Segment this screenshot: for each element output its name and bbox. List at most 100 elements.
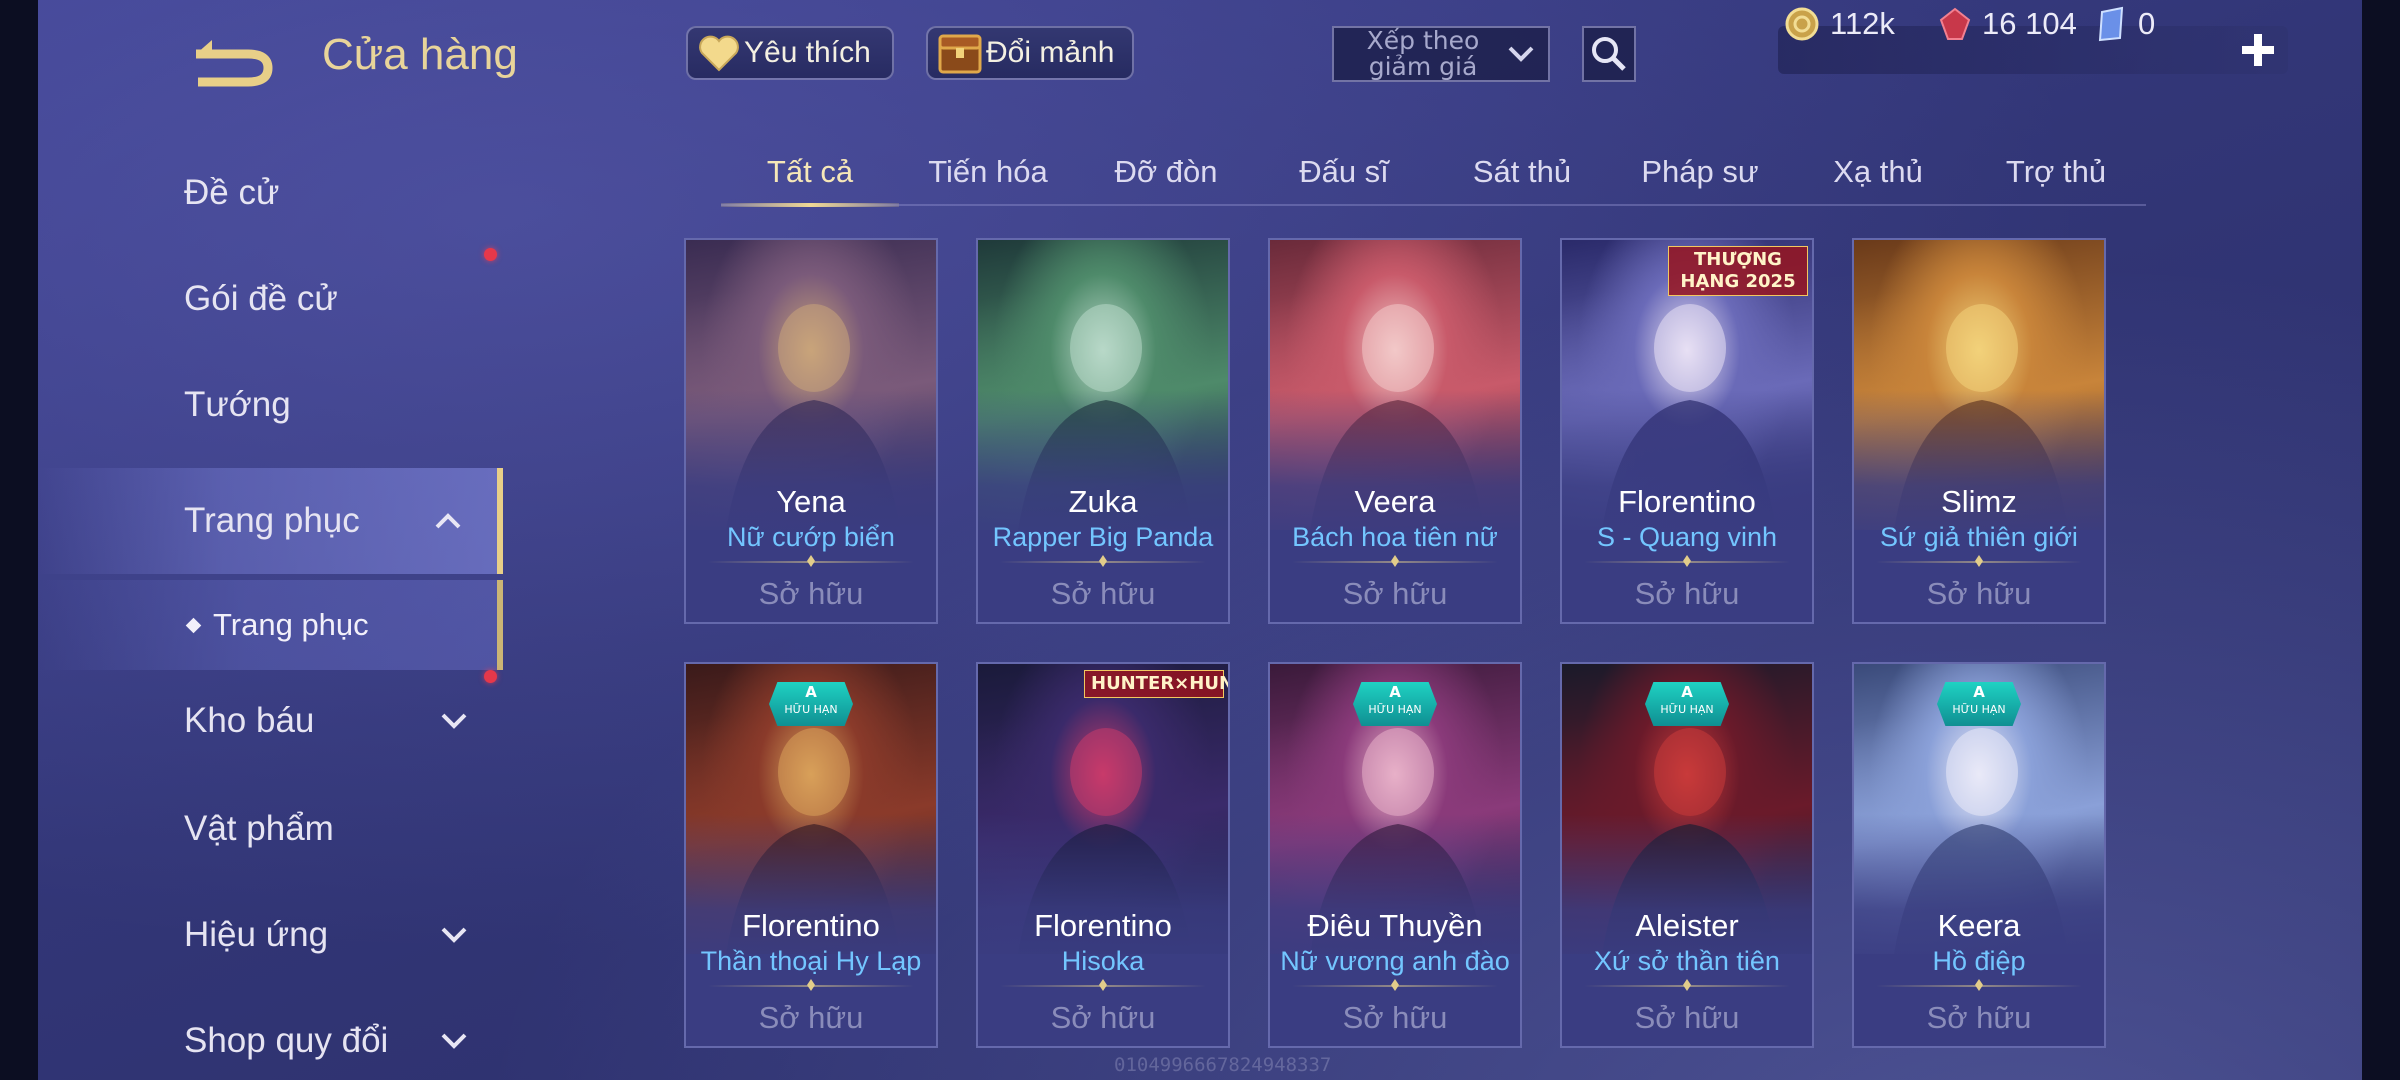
sidebar-item-hieu-ung[interactable]: Hiệu ứng [38, 882, 503, 988]
gem-amount: 16 104 [1982, 6, 2077, 41]
chevron-down-icon [441, 927, 467, 943]
favorites-button[interactable]: Yêu thích [686, 26, 894, 80]
chevron-up-icon [435, 513, 461, 529]
limited-grade-badge: A HỮU HẠN [1645, 682, 1729, 726]
hero-name: Slimz [1941, 484, 2017, 519]
sidebar-item-de-cu[interactable]: Đề cử [38, 140, 503, 246]
tab-xa-thu[interactable]: Xạ thủ [1789, 140, 1967, 204]
skin-card[interactable]: A HỮU HẠN Keera Hồ điệp Sở hữu [1852, 662, 2106, 1048]
tab-dau-si[interactable]: Đấu sĩ [1255, 140, 1433, 204]
badge-limited: HỮU HẠN [1660, 703, 1714, 716]
tab-do-don[interactable]: Đỡ đòn [1077, 140, 1255, 204]
gold-coin-icon [1785, 7, 1819, 41]
skin-card[interactable]: Slimz Sứ giả thiên giới Sở hữu [1852, 238, 2106, 624]
exchange-label: Đổi mảnh [986, 36, 1115, 69]
sidebar-item-shop-quy-doi[interactable]: Shop quy đổi [38, 988, 503, 1080]
skin-name: Bách hoa tiên nữ [1292, 522, 1498, 552]
gem-currency: 16 104 [1938, 0, 2077, 48]
back-arrow-icon [196, 40, 273, 87]
skin-name: Sứ giả thiên giới [1880, 522, 2078, 552]
ownership-status: Sở hữu [1050, 1000, 1156, 1035]
add-currency-button[interactable] [2234, 26, 2282, 74]
tab-tro-thu[interactable]: Trợ thủ [1967, 140, 2145, 204]
tab-label: Xạ thủ [1833, 154, 1923, 189]
hero-name: Yena [776, 484, 846, 519]
tab-label: Pháp sư [1641, 154, 1759, 189]
hero-name: Veera [1354, 484, 1436, 519]
tab-label: Đấu sĩ [1299, 154, 1389, 189]
gold-currency: 112k [1784, 0, 1895, 48]
sidebar-item-kho-bau[interactable]: Kho báu [38, 668, 503, 774]
page-title: Cửa hàng [322, 30, 518, 79]
red-gem-icon [1939, 7, 1971, 40]
badge-limited: HỮU HẠN [784, 703, 838, 716]
ownership-status: Sở hữu [1926, 576, 2032, 611]
tab-label: Sát thủ [1472, 154, 1572, 189]
sidebar-item-label: Trang phục [213, 607, 369, 642]
hero-name: Florentino [742, 908, 880, 943]
skin-card[interactable]: HUNTER×HUNTER FlorentinoHisoka Sở hữu [976, 662, 1230, 1048]
skin-name: Nữ vương anh đào [1280, 946, 1510, 976]
skin-card[interactable]: A HỮU HẠN Điêu Thuyền Nữ vương anh đào Sở hữ… [1268, 662, 1522, 1048]
skin-card[interactable]: Zuka Rapper Big Panda Sở hữu [976, 238, 1230, 624]
ownership-status: Sở hữu [1926, 1000, 2032, 1035]
sidebar-item-label: Tướng [184, 385, 291, 424]
ownership-status: Sở hữu [1342, 576, 1448, 611]
exchange-fragments-button[interactable]: Đổi mảnh [926, 26, 1134, 80]
skin-card[interactable]: THƯỢNG HẠNG 2025 Florentino S - Quang vinh… [1560, 238, 1814, 624]
badge-limited: HỮU HẠN [1952, 703, 2006, 716]
sidebar-item-vat-pham[interactable]: Vật phẩm [38, 776, 503, 882]
badge-limited: HỮU HẠN [1368, 703, 1422, 716]
sort-dropdown[interactable]: Xếp theo giảm giá [1332, 26, 1550, 82]
skin-name: Hisoka [1061, 946, 1145, 976]
category-tabs: Tất cả Tiến hóa Đỡ đòn Đấu sĩ Sát thủ Pháp sư… [721, 140, 2146, 207]
heart-icon [699, 35, 739, 72]
limited-grade-badge: A HỮU HẠN [769, 682, 853, 726]
event-ribbon: THƯỢNG HẠNG 2025 [1668, 246, 1808, 296]
tab-sat-thu[interactable]: Sát thủ [1433, 140, 1611, 204]
plus-icon [2242, 34, 2274, 66]
sidebar-item-label: Đề cử [184, 173, 280, 212]
notification-dot [484, 248, 497, 261]
back-button[interactable] [188, 32, 278, 88]
skin-name: Thần thoại Hy Lạp [700, 946, 922, 976]
skin-card[interactable]: Veera Bách hoa tiên nữ Sở hữu [1268, 238, 1522, 624]
hero-name: Florentino [1034, 908, 1172, 943]
chevron-down-icon [1508, 46, 1534, 62]
badge-grade: A [1681, 683, 1693, 701]
limited-grade-badge: A HỮU HẠN [1937, 682, 2021, 726]
search-button[interactable] [1582, 26, 1636, 82]
sidebar-item-trang-phuc[interactable]: Trang phục [38, 468, 503, 574]
sidebar-item-label: Vật phẩm [184, 809, 334, 848]
skin-name: Nữ cướp biển [727, 522, 895, 552]
voucher-currency: 0 [2096, 0, 2155, 48]
treasure-chest-icon [938, 34, 982, 74]
shop-screen: Cửa hàng Đề cử Gói đề cử Tướng Trang phục Tr… [38, 0, 2362, 1080]
tab-label: Tất cả [766, 154, 854, 189]
sidebar-item-tuong[interactable]: Tướng [38, 352, 503, 458]
tab-label: Tiến hóa [928, 154, 1048, 189]
voucher-amount: 0 [2138, 6, 2156, 41]
hero-name: Aleister [1635, 908, 1739, 943]
badge-grade: A [1389, 683, 1401, 701]
skin-card[interactable]: Yena Nữ cướp biển Sở hữu [684, 238, 938, 624]
tab-phap-su[interactable]: Pháp sư [1611, 140, 1789, 204]
chevron-down-icon [441, 1033, 467, 1049]
hero-name: Điêu Thuyền [1307, 908, 1483, 943]
tab-tien-hoa[interactable]: Tiến hóa [899, 140, 1077, 204]
ownership-status: Sở hữu [1342, 1000, 1448, 1035]
sidebar-item-label: Kho báu [184, 701, 315, 740]
ownership-status: Sở hữu [1050, 576, 1156, 611]
tab-tat-ca[interactable]: Tất cả [721, 140, 899, 207]
event-ribbon: HUNTER×HUNTER [1084, 670, 1228, 698]
hero-name: Florentino [1618, 484, 1756, 519]
sort-label: Xếp theo giảm giá [1366, 26, 1480, 81]
blue-voucher-icon [2098, 6, 2124, 42]
sidebar-item-label: Hiệu ứng [184, 915, 329, 954]
skin-card[interactable]: A HỮU HẠN Florentino Thần thoại Hy Lạp Sở hữ… [684, 662, 938, 1048]
screen-bezel-right [2362, 0, 2400, 1080]
sidebar-item-goi-de-cu[interactable]: Gói đề cử [38, 246, 503, 352]
badge-grade: A [805, 683, 817, 701]
skin-card[interactable]: A HỮU HẠN Aleister Xứ sở thần tiên Sở hữu [1560, 662, 1814, 1048]
sidebar-subitem-trang-phuc[interactable]: Trang phục [38, 580, 503, 670]
